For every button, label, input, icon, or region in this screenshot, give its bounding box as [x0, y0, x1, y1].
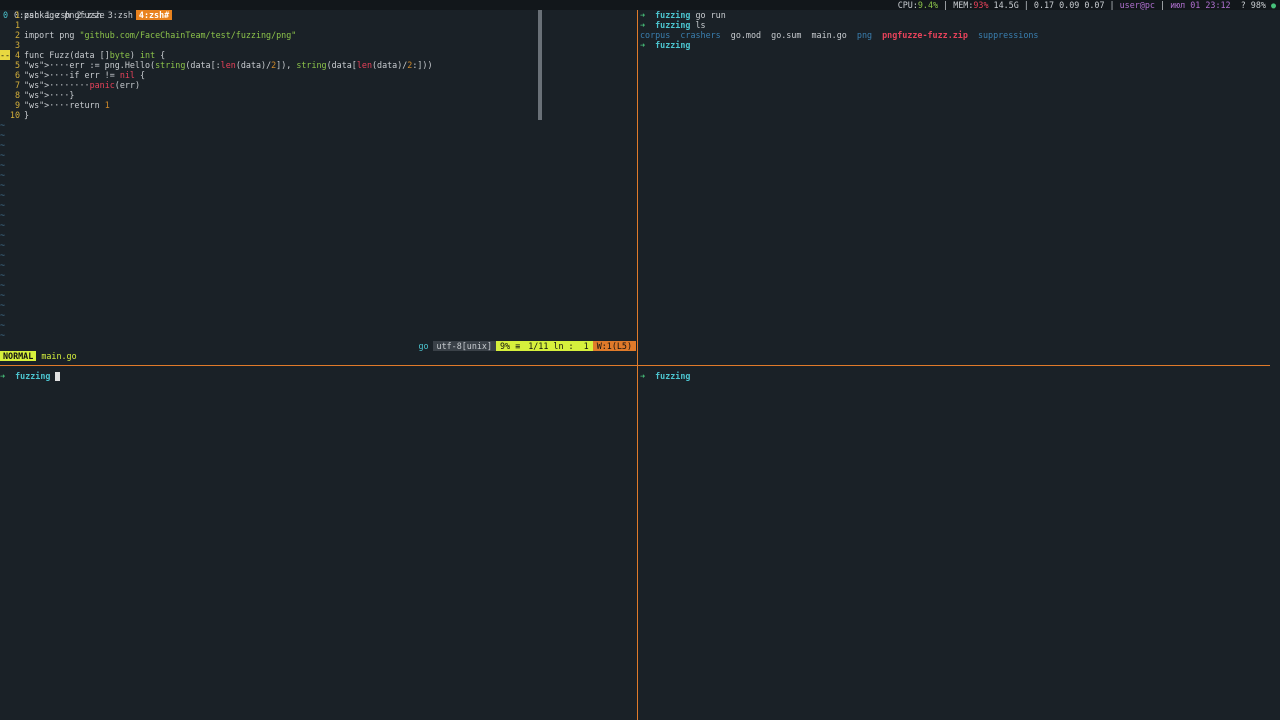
load-average: 0.17 0.09 0.07 [1033, 0, 1105, 10]
date-time: июл 01 23:12 [1170, 0, 1231, 10]
prompt-arrow: ➜ [640, 20, 646, 30]
vim-encoding: utf-8[unix] [432, 341, 497, 351]
empty-line-marker: ~ [0, 230, 6, 240]
prompt-dir: fuzzing [655, 40, 691, 50]
user-host: user@pc [1119, 0, 1155, 10]
empty-line-marker: ~ [0, 310, 6, 320]
ls-output: corpus crashers go.mod go.sum main.go pn… [640, 30, 1280, 40]
line-number: 1 [14, 10, 20, 20]
vim-filetype: go [418, 341, 429, 351]
ls-entry: png [856, 30, 873, 40]
command: go run [695, 10, 726, 20]
prompt-arrow: ➜ [640, 40, 646, 50]
empty-line-marker: ~ [0, 260, 6, 270]
mem-value: 93% [973, 0, 989, 10]
sign-marker: -- [0, 50, 11, 60]
code-text: "ws">····err := png.Hello(string(data[:l… [24, 60, 433, 70]
empty-line-marker: ~ [0, 180, 6, 190]
line-number: 8 [14, 90, 20, 100]
prompt-dir: fuzzing [655, 10, 691, 20]
empty-line-marker: ~ [0, 200, 6, 210]
line-number: 7 [14, 80, 20, 90]
cursor [55, 372, 61, 381]
line-number: 1 [14, 20, 20, 30]
code-text: "ws">····if err != nil { [24, 70, 146, 80]
ls-entry: go.mod [730, 30, 762, 40]
empty-line-marker: ~ [0, 330, 6, 340]
line-number: 6 [14, 70, 20, 80]
empty-line-marker: ~ [0, 170, 6, 180]
vim-pane[interactable]: 1 package pngfuzze 1 2 import png "github.co… [0, 10, 636, 341]
empty-line-marker: ~ [0, 270, 6, 280]
scrollbar[interactable] [538, 10, 542, 120]
shell-pane-bottom-left[interactable]: ➜ fuzzing [0, 371, 636, 720]
command: ls [695, 20, 706, 30]
prompt-dir: fuzzing [15, 371, 51, 381]
shell-line: ➜ fuzzing [640, 40, 1280, 50]
ls-entry: main.go [811, 30, 847, 40]
line-number: 9 [14, 100, 20, 110]
prompt-arrow: ➜ [640, 10, 646, 20]
code-text: } [24, 110, 30, 120]
prompt-arrow: ➜ [640, 371, 646, 381]
prompt-arrow: ➜ [0, 371, 6, 381]
code-text: "ws">········panic(err) [24, 80, 140, 90]
mem-size: 14.5G [993, 0, 1019, 10]
tmux-status-right: CPU:9.4% | MEM:93% 14.5G | 0.17 0.09 0.0… [897, 0, 1276, 10]
cpu-label: CPU: [897, 0, 918, 10]
empty-line-marker: ~ [0, 290, 6, 300]
empty-line-marker: ~ [0, 300, 6, 310]
line-number: 3 [14, 40, 20, 50]
vim-statusline: NORMAL main.go go utf-8[unix] 9% ≡ 1/11 ln … [0, 341, 636, 361]
empty-line-marker: ~ [0, 130, 6, 140]
battery: ? 98% [1240, 0, 1266, 10]
ls-entry: go.sum [771, 30, 802, 40]
ls-entry: crashers [680, 30, 721, 40]
empty-line-marker: ~ [0, 210, 6, 220]
ls-entry: suppressions [977, 30, 1039, 40]
empty-line-marker: ~ [0, 190, 6, 200]
vim-mode: NORMAL [0, 351, 37, 361]
code-text: func Fuzz(data []byte) int { [24, 50, 166, 60]
empty-line-marker: ~ [0, 220, 6, 230]
pane-divider-horizontal [0, 365, 1270, 366]
prompt-dir: fuzzing [655, 371, 691, 381]
empty-line-marker: ~ [0, 280, 6, 290]
vim-filename: main.go [41, 351, 77, 361]
empty-line-marker: ~ [0, 320, 6, 330]
prompt-dir: fuzzing [655, 20, 691, 30]
shell-pane-top-right[interactable]: ➜ fuzzing go run ➜ fuzzing ls corpus cra… [640, 10, 1280, 364]
empty-line-marker: ~ [0, 240, 6, 250]
line-number: 2 [14, 30, 20, 40]
shell-line: ➜ fuzzing ls [640, 20, 1280, 30]
empty-line-marker: ~ [0, 150, 6, 160]
code-text: package pngfuzze [24, 10, 105, 20]
ls-entry: pngfuzze-fuzz.zip [882, 30, 968, 40]
shell-line: ➜ fuzzing go run [640, 10, 1280, 20]
ls-entry: corpus [640, 30, 671, 40]
code-text: "ws">····} [24, 90, 75, 100]
shell-pane-bottom-right[interactable]: ➜ fuzzing [640, 371, 1280, 720]
line-number: 5 [14, 60, 20, 70]
vim-position: 1/11 ln : 1 [524, 341, 593, 351]
cpu-value: 9.4% [917, 0, 939, 10]
status-dot-icon: ● [1270, 0, 1276, 10]
empty-line-marker: ~ [0, 120, 6, 130]
empty-line-marker: ~ [0, 140, 6, 150]
vim-warning: W:1(L5) [592, 341, 636, 351]
vim-percent: 9% ≡ [496, 341, 525, 351]
code-text: "ws">····return 1 [24, 100, 110, 110]
mem-label: MEM: [953, 0, 974, 10]
empty-line-marker: ~ [0, 250, 6, 260]
line-number: 10 [9, 110, 20, 120]
code-text: import png "github.com/FaceChainTeam/tes… [24, 30, 297, 40]
empty-line-marker: ~ [0, 160, 6, 170]
